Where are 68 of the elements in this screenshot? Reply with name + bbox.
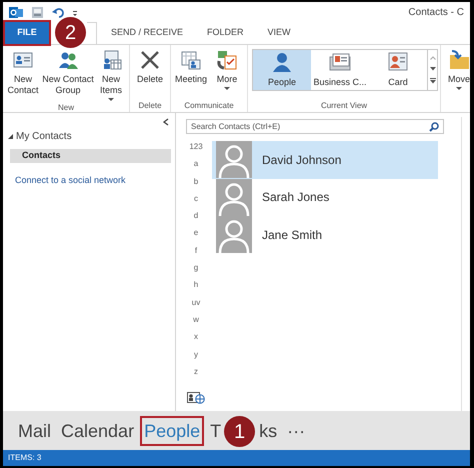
index-letter[interactable]: b [194, 176, 198, 193]
ribbon-tab[interactable]: SEND / RECEIVE [99, 22, 196, 44]
search-field[interactable]: Search Contacts (Ctrl+E) [186, 119, 444, 134]
avatar-icon [216, 178, 252, 216]
folder-group-label[interactable]: My Contacts [16, 129, 72, 144]
index-letter[interactable]: e [194, 227, 198, 245]
ribbon-button[interactable]: Meeting [175, 47, 207, 85]
index-letter[interactable]: a [194, 158, 198, 176]
nav-item[interactable]: Mail [16, 418, 54, 444]
undo-icon [52, 6, 64, 18]
index-letter[interactable]: c [194, 192, 198, 210]
ribbon-tab[interactable] [87, 22, 97, 44]
search-icon [429, 122, 439, 132]
folder-item[interactable]: Contacts [10, 149, 171, 163]
index-letter[interactable]: w [193, 314, 199, 332]
checklist-icon [216, 49, 238, 71]
index-letter[interactable]: h [194, 279, 198, 297]
outlook-logo-icon [9, 6, 23, 19]
window-title: Contacts - C [408, 6, 464, 20]
index-letter[interactable]: z [194, 366, 198, 384]
ribbon-button[interactable]: More [211, 47, 243, 91]
index-letter[interactable]: g [194, 262, 198, 280]
business-card-icon [329, 50, 351, 73]
folder-icon [448, 49, 470, 71]
nav-item[interactable]: Calendar [59, 418, 136, 444]
ribbon-button[interactable]: New Contact [5, 47, 41, 96]
index-letter[interactable]: d [194, 210, 198, 228]
index-letter[interactable]: uv [192, 296, 200, 314]
ribbon-button[interactable]: Move [443, 47, 474, 91]
scroll-up-icon [430, 56, 436, 60]
contact-name: Sarah Jones [262, 189, 330, 206]
delete-icon [139, 49, 161, 71]
gallery-item[interactable]: People [253, 50, 311, 90]
contact-globe-icon [187, 392, 205, 404]
group-label: Current View [320, 100, 368, 112]
group-label: Delete [138, 100, 162, 112]
person-icon [271, 50, 293, 73]
nav-item[interactable]: ks [257, 418, 280, 444]
group-label: New [58, 102, 74, 114]
collapse-pane-icon [163, 118, 169, 126]
expand-gallery-icon [430, 78, 436, 84]
contact-row[interactable]: David Johnson [212, 141, 438, 178]
contact-row[interactable]: Sarah Jones [212, 178, 438, 216]
avatar-icon [216, 141, 252, 178]
contact-name: David Johnson [262, 152, 342, 169]
status-text: ITEMS: 3 [8, 452, 42, 464]
calendar-icon [180, 49, 202, 71]
contact-name: Jane Smith [262, 226, 322, 244]
index-letter[interactable]: 123 [189, 141, 203, 158]
customize-icon [72, 8, 78, 16]
social-network-link[interactable]: Connect to a social network [15, 174, 126, 188]
send-receive-icon [31, 6, 44, 19]
ribbon-button[interactable]: Delete [134, 47, 166, 85]
ribbon-tab[interactable]: VIEW [256, 22, 303, 44]
nav-item[interactable]: T [208, 418, 224, 444]
index-letter[interactable]: x [194, 331, 198, 349]
index-letter[interactable]: y [194, 348, 198, 366]
ribbon-button[interactable]: New Items [95, 47, 127, 102]
ribbon-tab[interactable]: FILE [5, 22, 49, 44]
avatar-icon [216, 216, 252, 254]
ribbon-tab[interactable]: FOLDER [195, 22, 256, 44]
nav-item[interactable]: People [142, 418, 202, 444]
group-label: Communicate [184, 100, 234, 112]
nav-item[interactable]: ··· [285, 418, 308, 444]
card-icon [387, 50, 409, 73]
ribbon-button[interactable]: New Contact Group [41, 47, 95, 96]
scroll-down-icon [430, 66, 436, 71]
index-letter[interactable]: f [194, 244, 198, 262]
